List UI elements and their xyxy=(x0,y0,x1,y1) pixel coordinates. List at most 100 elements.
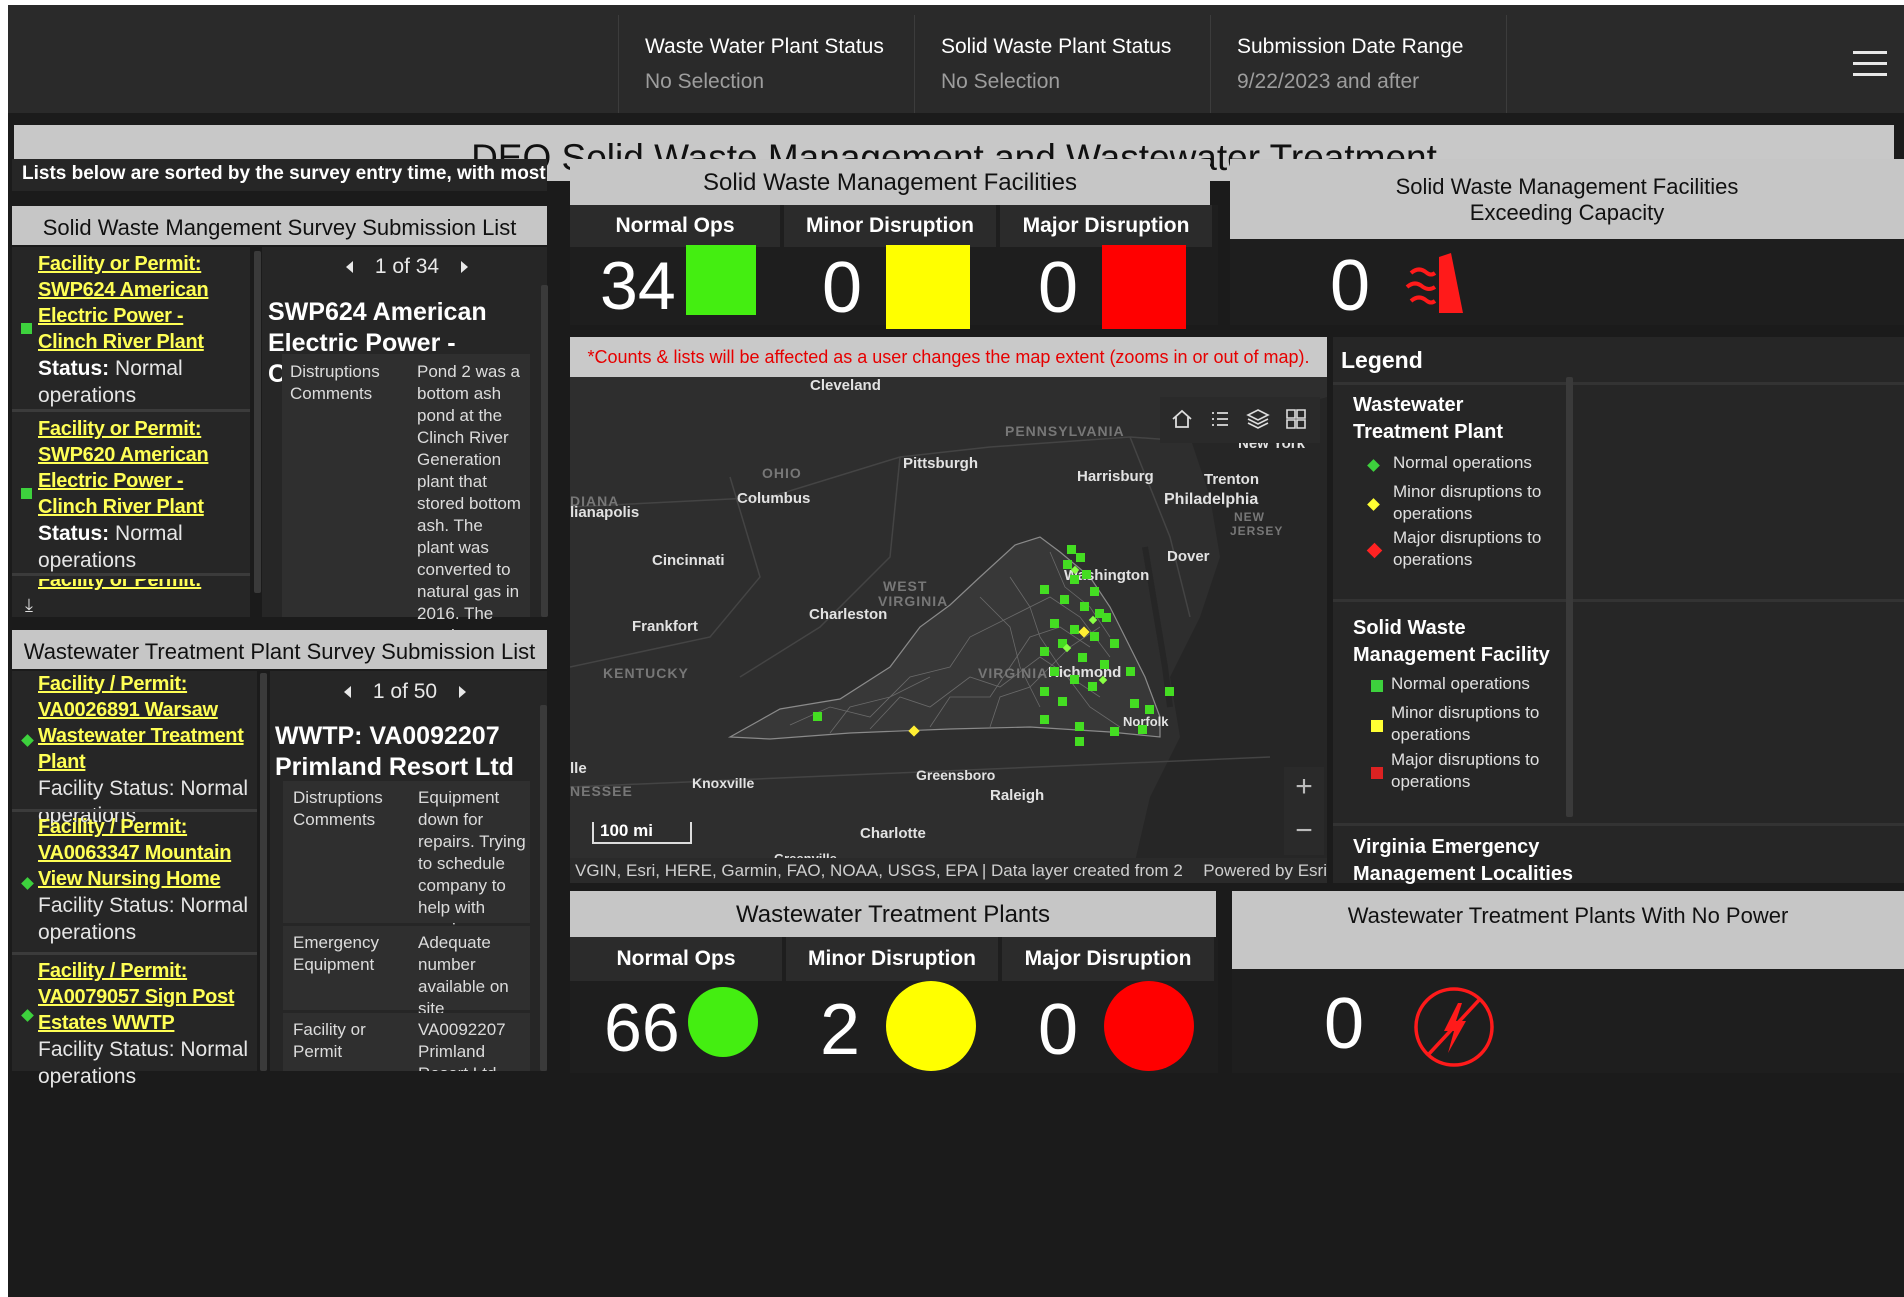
marker[interactable] xyxy=(1075,737,1084,746)
map[interactable]: Cleveland PENNSYLVANIA New York Pittsbur… xyxy=(570,377,1327,883)
marker[interactable] xyxy=(1138,725,1147,734)
no-power-icon xyxy=(1414,987,1494,1067)
filter-title: Waste Water Plant Status xyxy=(645,35,884,58)
menu-icon[interactable] xyxy=(1853,51,1887,76)
marker[interactable] xyxy=(1070,625,1079,634)
marker[interactable] xyxy=(1078,626,1090,638)
marker[interactable] xyxy=(1070,675,1079,684)
list-item[interactable]: Facility / Permit: VA0026891 Warsaw Wast… xyxy=(38,671,253,829)
legend-item: Major disruptions to operations xyxy=(1391,750,1540,791)
scrollbar[interactable] xyxy=(1566,377,1573,817)
download-icon[interactable]: ⤓ xyxy=(25,595,33,616)
marker[interactable] xyxy=(1040,647,1049,656)
facility-link[interactable]: Facility / Permit: VA0079057 Sign Post E… xyxy=(38,958,253,1036)
row-label: Facility or Permit xyxy=(293,1020,366,1061)
scrollbar[interactable] xyxy=(540,705,547,1071)
marker[interactable] xyxy=(1067,545,1076,554)
next-icon[interactable] xyxy=(460,261,468,273)
marker[interactable] xyxy=(1145,705,1154,714)
divider xyxy=(1506,15,1507,113)
marker[interactable] xyxy=(1063,560,1072,569)
basemap-gallery-icon[interactable] xyxy=(1284,407,1308,431)
no-power-header: Wastewater Treatment Plants With No Powe… xyxy=(1232,891,1904,969)
row-value: Equipment down for repairs. Trying to sc… xyxy=(418,788,526,939)
facility-link[interactable]: Facility / Permit: VA0063347 Mountain Vi… xyxy=(38,814,253,892)
filter-solid-waste-status[interactable]: Solid Waste Plant Status No Selection xyxy=(914,15,1210,113)
facility-link[interactable]: Facility or Permit: xyxy=(38,579,244,591)
scale-bar: 100 mi xyxy=(592,822,692,844)
layers-icon[interactable] xyxy=(1246,407,1270,431)
marker[interactable] xyxy=(1126,667,1135,676)
marker[interactable] xyxy=(1040,715,1049,724)
marker[interactable] xyxy=(1165,687,1174,696)
solid-list: Facility or Permit: SWP624 American Elec… xyxy=(12,247,250,617)
home-icon[interactable] xyxy=(1170,407,1194,431)
list-icon[interactable] xyxy=(1208,407,1232,431)
major-count: 0 xyxy=(1038,990,1079,1070)
marker[interactable] xyxy=(1110,727,1119,736)
facility-link[interactable]: Facility / Permit: VA0026891 Warsaw Wast… xyxy=(38,671,253,775)
marker[interactable] xyxy=(908,725,920,737)
normal-circle-icon xyxy=(688,987,758,1057)
marker[interactable] xyxy=(1050,667,1059,676)
marker[interactable] xyxy=(1090,587,1099,596)
marker[interactable] xyxy=(1090,632,1099,641)
marker[interactable] xyxy=(1098,675,1108,685)
marker[interactable] xyxy=(813,712,822,721)
next-icon[interactable] xyxy=(458,686,466,698)
facility-link[interactable]: Facility or Permit: SWP620 American Elec… xyxy=(38,416,244,520)
list-item[interactable]: Facility or Permit: SWP620 American Elec… xyxy=(38,416,244,574)
powered-by-text[interactable]: Powered by Esri xyxy=(1183,858,1327,883)
marker[interactable] xyxy=(1076,553,1085,562)
zoom-in-button[interactable]: + xyxy=(1284,767,1324,811)
filter-date-range[interactable]: Submission Date Range 9/22/2023 and afte… xyxy=(1210,15,1506,113)
facility-link[interactable]: Facility or Permit: SWP624 American Elec… xyxy=(38,251,244,355)
sort-note: Lists below are sorted by the survey ent… xyxy=(12,159,547,191)
marker[interactable] xyxy=(1070,575,1079,584)
major-square-icon xyxy=(1102,245,1186,329)
scrollbar[interactable] xyxy=(254,251,261,593)
marker[interactable] xyxy=(1075,722,1084,731)
marker[interactable] xyxy=(1130,699,1139,708)
prev-icon[interactable] xyxy=(346,261,354,273)
filter-wastewater-status[interactable]: Waste Water Plant Status No Selection xyxy=(618,15,918,113)
normal-square-icon xyxy=(686,245,756,315)
marker[interactable] xyxy=(1080,602,1089,611)
marker[interactable] xyxy=(1088,682,1097,691)
prev-icon[interactable] xyxy=(344,686,352,698)
marker[interactable] xyxy=(1040,585,1049,594)
marker[interactable] xyxy=(1058,697,1067,706)
marker[interactable] xyxy=(1070,565,1080,575)
sw-facilities-header: Solid Waste Management Facilities xyxy=(570,159,1210,205)
legend-panel: Legend Wastewater Treatment Plant Normal… xyxy=(1333,337,1904,885)
marker[interactable] xyxy=(1050,619,1059,628)
detail-row: Facility or Permit VA0092207 Primland Re… xyxy=(283,1013,530,1071)
marker[interactable] xyxy=(1102,613,1111,622)
list-item[interactable]: Facility / Permit: VA0063347 Mountain Vi… xyxy=(38,814,253,946)
scrollbar[interactable] xyxy=(541,285,548,617)
marker[interactable] xyxy=(1060,595,1069,604)
map-notice: *Counts & lists will be affected as a us… xyxy=(570,337,1327,377)
normal-square-icon xyxy=(1371,680,1383,692)
col-header: Major Disruption xyxy=(1002,937,1214,981)
row-label: Distruptions Comments xyxy=(293,788,383,829)
map-markers xyxy=(813,545,1174,746)
list-item[interactable]: Facility or Permit: xyxy=(38,579,244,591)
ww-detail: 1 of 50 WWTP: VA0092207 Primland Resort … xyxy=(270,671,547,1071)
filter-value: No Selection xyxy=(941,70,1061,93)
marker[interactable] xyxy=(1100,660,1109,669)
col-header: Minor Disruption xyxy=(784,205,996,247)
marker[interactable] xyxy=(1082,570,1091,579)
detail-row: Emergency Equipment Adequate number avai… xyxy=(283,926,530,1018)
scrollbar[interactable] xyxy=(260,673,267,1071)
divider xyxy=(1333,382,1904,385)
marker[interactable] xyxy=(1040,687,1049,696)
ww-plants-header: Wastewater Treatment Plants xyxy=(570,891,1216,937)
map-toolbar xyxy=(1160,397,1320,443)
list-item[interactable]: Facility or Permit: SWP624 American Elec… xyxy=(38,251,244,409)
marker[interactable] xyxy=(1110,639,1119,648)
marker[interactable] xyxy=(1078,653,1087,662)
list-item[interactable]: Facility / Permit: VA0079057 Sign Post E… xyxy=(38,958,253,1090)
detail-row: Distruptions Comments Equipment down for… xyxy=(283,781,530,939)
zoom-out-button[interactable]: − xyxy=(1284,811,1324,855)
